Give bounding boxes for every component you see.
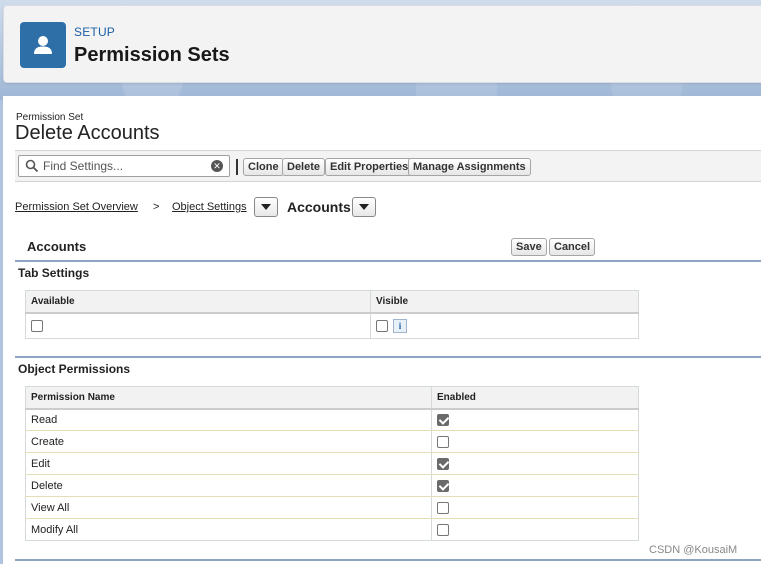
breadcrumb-object-settings-link[interactable]: Object Settings xyxy=(172,201,247,213)
table-row: Create xyxy=(25,430,639,453)
search-icon xyxy=(25,159,39,176)
main-content: Permission Set Delete Accounts ✕ Clone D… xyxy=(3,96,761,564)
page-header: SETUP Permission Sets xyxy=(3,5,761,83)
user-icon xyxy=(20,22,66,68)
object-permissions-header: Object Permissions xyxy=(15,356,761,378)
enabled-cell xyxy=(431,430,639,453)
permission-name: Read xyxy=(25,408,432,431)
header-eyebrow[interactable]: SETUP xyxy=(74,25,115,39)
visible-cell: i xyxy=(370,312,639,339)
breadcrumb-separator: > xyxy=(153,201,160,213)
chevron-down-icon xyxy=(261,204,271,210)
enabled-cell xyxy=(431,452,639,475)
permission-name: Delete xyxy=(25,474,432,497)
table-row: Modify All xyxy=(25,518,639,541)
enabled-checkbox[interactable] xyxy=(437,435,449,448)
breadcrumb-overview-link[interactable]: Permission Set Overview xyxy=(15,201,138,213)
enabled-cell xyxy=(431,408,639,431)
cancel-button[interactable]: Cancel xyxy=(549,238,596,256)
breadcrumb-current: Accounts xyxy=(287,199,351,215)
accounts-dropdown[interactable] xyxy=(352,197,376,217)
tab-settings-table: Available Visible i xyxy=(25,290,639,339)
clear-search-icon[interactable]: ✕ xyxy=(211,160,223,172)
watermark: CSDN @KousaiM xyxy=(649,544,738,556)
chevron-down-icon xyxy=(359,204,369,210)
search-box[interactable]: ✕ xyxy=(18,155,230,177)
enabled-checkbox[interactable] xyxy=(437,479,449,492)
enabled-cell xyxy=(431,496,639,519)
toolbar-divider xyxy=(236,159,238,175)
table-row: Edit xyxy=(25,452,639,475)
table-row: Read xyxy=(25,408,639,431)
permission-name: Modify All xyxy=(25,518,432,541)
save-button[interactable]: Save xyxy=(511,238,547,256)
clone-button[interactable]: Clone xyxy=(243,158,284,176)
search-input[interactable] xyxy=(43,158,203,174)
enabled-checkbox[interactable] xyxy=(437,501,449,514)
edit-properties-button[interactable]: Edit Properties xyxy=(325,158,414,176)
permission-name: Edit xyxy=(25,452,432,475)
enabled-checkbox[interactable] xyxy=(437,523,449,536)
section-title: Accounts xyxy=(27,239,87,254)
permission-name: View All xyxy=(25,496,432,519)
column-header-permission-name: Permission Name xyxy=(25,386,432,410)
object-permissions-table: Permission Name Enabled Read Create Edit… xyxy=(25,386,639,541)
info-icon[interactable]: i xyxy=(393,318,408,333)
breadcrumb: Permission Set Overview > Object Setting… xyxy=(15,196,515,218)
object-settings-dropdown[interactable] xyxy=(254,197,278,217)
column-header-available: Available xyxy=(25,290,371,314)
tab-settings-header: Tab Settings xyxy=(15,260,761,282)
enabled-checkbox[interactable] xyxy=(437,457,449,470)
manage-assignments-button[interactable]: Manage Assignments xyxy=(408,158,531,176)
section-divider xyxy=(15,559,761,561)
column-header-visible: Visible xyxy=(370,290,639,314)
toolbar: ✕ Clone Delete Edit Properties Manage As… xyxy=(15,150,761,182)
table-row: Delete xyxy=(25,474,639,497)
column-header-enabled: Enabled xyxy=(431,386,639,410)
permission-set-title: Delete Accounts xyxy=(15,122,160,144)
available-checkbox[interactable] xyxy=(31,319,43,332)
visible-checkbox[interactable] xyxy=(376,319,388,332)
enabled-checkbox[interactable] xyxy=(437,413,449,426)
delete-button[interactable]: Delete xyxy=(282,158,326,176)
permission-name: Create xyxy=(25,430,432,453)
page-title: Permission Sets xyxy=(74,44,230,66)
enabled-cell xyxy=(431,518,639,541)
enabled-cell xyxy=(431,474,639,497)
available-cell xyxy=(25,312,371,339)
table-row: View All xyxy=(25,496,639,519)
